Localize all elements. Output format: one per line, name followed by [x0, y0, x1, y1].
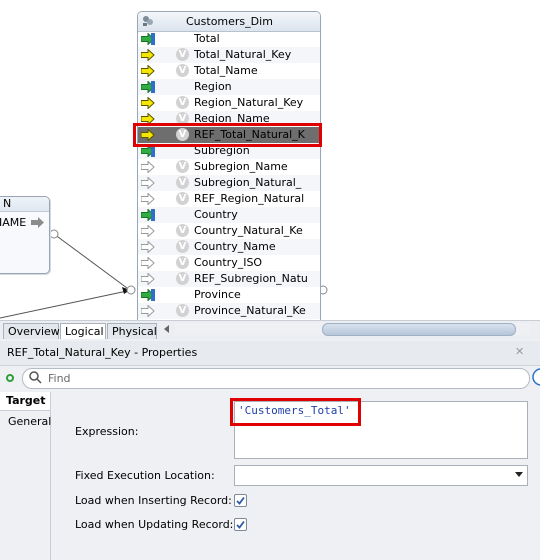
mapping-canvas[interactable]: N IAME Customers_Dim Total V Total_Natural…: [0, 0, 540, 320]
load-inserting-label: Load when Inserting Record:: [75, 494, 232, 507]
attribute-row[interactable]: V Subregion_Natural_: [138, 175, 320, 191]
grey-arrow-icon: [141, 193, 155, 205]
tab-physical[interactable]: Physical: [107, 323, 157, 339]
validation-badge-icon: V: [176, 192, 189, 205]
load-inserting-checkbox[interactable]: [234, 494, 247, 507]
grey-arrow-icon: [141, 273, 155, 285]
attribute-name: Subregion_Natural_: [194, 176, 302, 189]
chevron-down-icon: [515, 472, 523, 477]
key-attribute-icon: [141, 209, 155, 221]
attribute-row[interactable]: V Country_ISO: [138, 255, 320, 271]
attribute-row[interactable]: V Country_Name: [138, 239, 320, 255]
validation-badge-icon: V: [176, 176, 189, 189]
yellow-arrow-icon: [141, 49, 155, 61]
attribute-name: Country_ISO: [194, 256, 263, 269]
validation-badge-icon: V: [176, 160, 189, 173]
attribute-name: Total_Name: [194, 64, 258, 77]
attribute-name: Total: [194, 32, 220, 45]
grey-arrow-icon: [141, 225, 155, 237]
attribute-row[interactable]: V REF_Subregion_Natu: [138, 271, 320, 287]
help-icon[interactable]: [532, 368, 540, 386]
yellow-arrow-icon: [141, 65, 155, 77]
properties-title: REF_Total_Natural_Key - Properties: [7, 346, 198, 359]
source-dataset-header: N: [0, 197, 49, 212]
validation-badge-icon: V: [176, 272, 189, 285]
attribute-row[interactable]: V Region_Natural_Key: [138, 95, 320, 111]
grey-arrow-icon: [141, 177, 155, 189]
grey-arrow-icon: [141, 161, 155, 173]
attribute-row[interactable]: Country: [138, 207, 320, 223]
attribute-name: Total_Natural_Key: [194, 48, 292, 61]
canvas-horizontal-scrollbar[interactable]: [162, 322, 532, 336]
attribute-name: REF_Region_Natural: [194, 192, 305, 205]
dimension-icon: [143, 16, 153, 26]
fixed-execution-location-select[interactable]: [234, 465, 528, 486]
source-attribute-row[interactable]: IAME: [0, 215, 49, 229]
tab-logical[interactable]: Logical: [60, 323, 106, 339]
attribute-name: Region: [194, 80, 232, 93]
attribute-row[interactable]: V Province_Natural_Ke: [138, 303, 320, 319]
validation-badge-icon: V: [176, 240, 189, 253]
status-dot-icon: [6, 374, 14, 382]
key-attribute-icon: [141, 33, 155, 45]
scroll-left-icon[interactable]: [162, 324, 172, 334]
validation-badge-icon: V: [176, 304, 189, 317]
key-attribute-icon: [141, 81, 155, 93]
validation-badge-icon: V: [176, 256, 189, 269]
attribute-row[interactable]: V Country_Natural_Ke: [138, 223, 320, 239]
close-icon[interactable]: ✕: [515, 346, 525, 357]
attribute-name: Country: [194, 208, 238, 221]
attribute-row[interactable]: V Total_Name: [138, 63, 320, 79]
search-icon: [29, 371, 42, 384]
attribute-name: Province_Natural_Ke: [194, 304, 306, 317]
attribute-row[interactable]: Total: [138, 31, 320, 47]
checkmark-icon: [236, 520, 245, 529]
validation-badge-icon: V: [176, 64, 189, 77]
side-tab-target-label: Target: [6, 394, 46, 407]
grey-arrow-icon: [141, 257, 155, 269]
checkmark-icon: [236, 496, 245, 505]
attribute-name: REF_Subregion_Natu: [194, 272, 308, 285]
attribute-name: Country_Name: [194, 240, 276, 253]
fixed-execution-location-label: Fixed Execution Location:: [75, 469, 215, 482]
side-tab-general[interactable]: General: [8, 415, 51, 428]
attribute-row[interactable]: Region: [138, 79, 320, 95]
load-updating-label: Load when Updating Record:: [75, 518, 234, 531]
source-dataset-box[interactable]: N IAME: [0, 196, 50, 274]
customers-dim-title: Customers_Dim: [186, 15, 273, 28]
search-placeholder: Find: [48, 372, 71, 385]
source-dataset-title: N: [3, 197, 12, 210]
attribute-row[interactable]: V Total_Natural_Key: [138, 47, 320, 63]
scrollbar-thumb[interactable]: [322, 323, 516, 336]
attribute-row[interactable]: V Subregion_Name: [138, 159, 320, 175]
grey-arrow-icon: [141, 241, 155, 253]
highlight-selected-attribute: [133, 123, 322, 147]
grey-arrow-icon: [141, 305, 155, 317]
load-updating-checkbox[interactable]: [234, 518, 247, 531]
attribute-name: Province: [194, 288, 241, 301]
attribute-name: Subregion_Name: [194, 160, 288, 173]
attribute-row[interactable]: V REF_Region_Natural: [138, 191, 320, 207]
validation-badge-icon: V: [176, 48, 189, 61]
yellow-arrow-icon: [141, 97, 155, 109]
customers-dim-box[interactable]: Customers_Dim Total V Total_Natural_Key V To…: [137, 11, 321, 320]
expression-label: Expression:: [75, 425, 139, 438]
source-attribute-label: IAME: [0, 216, 27, 229]
search-input[interactable]: [22, 368, 530, 389]
customers-dim-header: Customers_Dim: [138, 12, 320, 32]
key-attribute-icon: [141, 289, 155, 301]
validation-badge-icon: V: [176, 224, 189, 237]
attribute-name: Country_Natural_Ke: [194, 224, 303, 237]
highlight-expression: [230, 398, 361, 426]
validation-badge-icon: V: [176, 96, 189, 109]
side-tab-target[interactable]: Target: [0, 392, 50, 411]
attribute-row[interactable]: Province: [138, 287, 320, 303]
attribute-name: Region_Natural_Key: [194, 96, 304, 109]
tab-overview[interactable]: Overview: [3, 323, 60, 339]
grey-arrow-icon: [31, 217, 44, 228]
